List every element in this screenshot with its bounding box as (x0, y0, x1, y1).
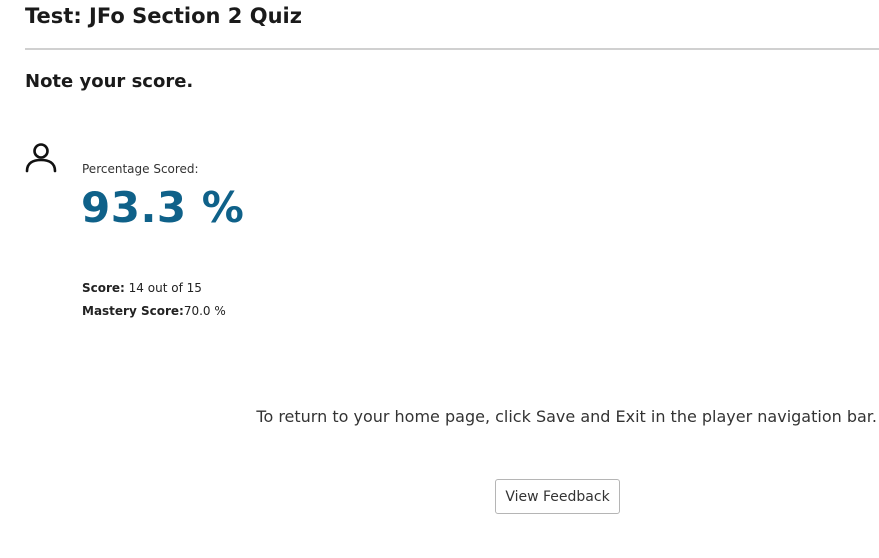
page-title: Test: JFo Section 2 Quiz (25, 4, 302, 28)
mastery-score-row: Mastery Score:70.0 % (82, 304, 226, 318)
view-feedback-button[interactable]: View Feedback (495, 479, 620, 514)
result-heading: Note your score. (25, 71, 194, 92)
return-instructions: To return to your home page, click Save … (256, 407, 877, 426)
quiz-result-page: Test: JFo Section 2 Quiz Note your score… (0, 0, 879, 558)
mastery-score-label: Mastery Score: (82, 304, 184, 318)
score-value: 14 out of 15 (124, 281, 202, 295)
score-label: Score: (82, 281, 125, 295)
percentage-value: 93.3 % (81, 183, 245, 232)
title-divider (25, 48, 879, 50)
user-icon (25, 143, 57, 173)
percentage-label: Percentage Scored: (82, 162, 199, 176)
score-row: Score: 14 out of 15 (82, 281, 202, 295)
mastery-score-value: 70.0 % (183, 304, 226, 318)
